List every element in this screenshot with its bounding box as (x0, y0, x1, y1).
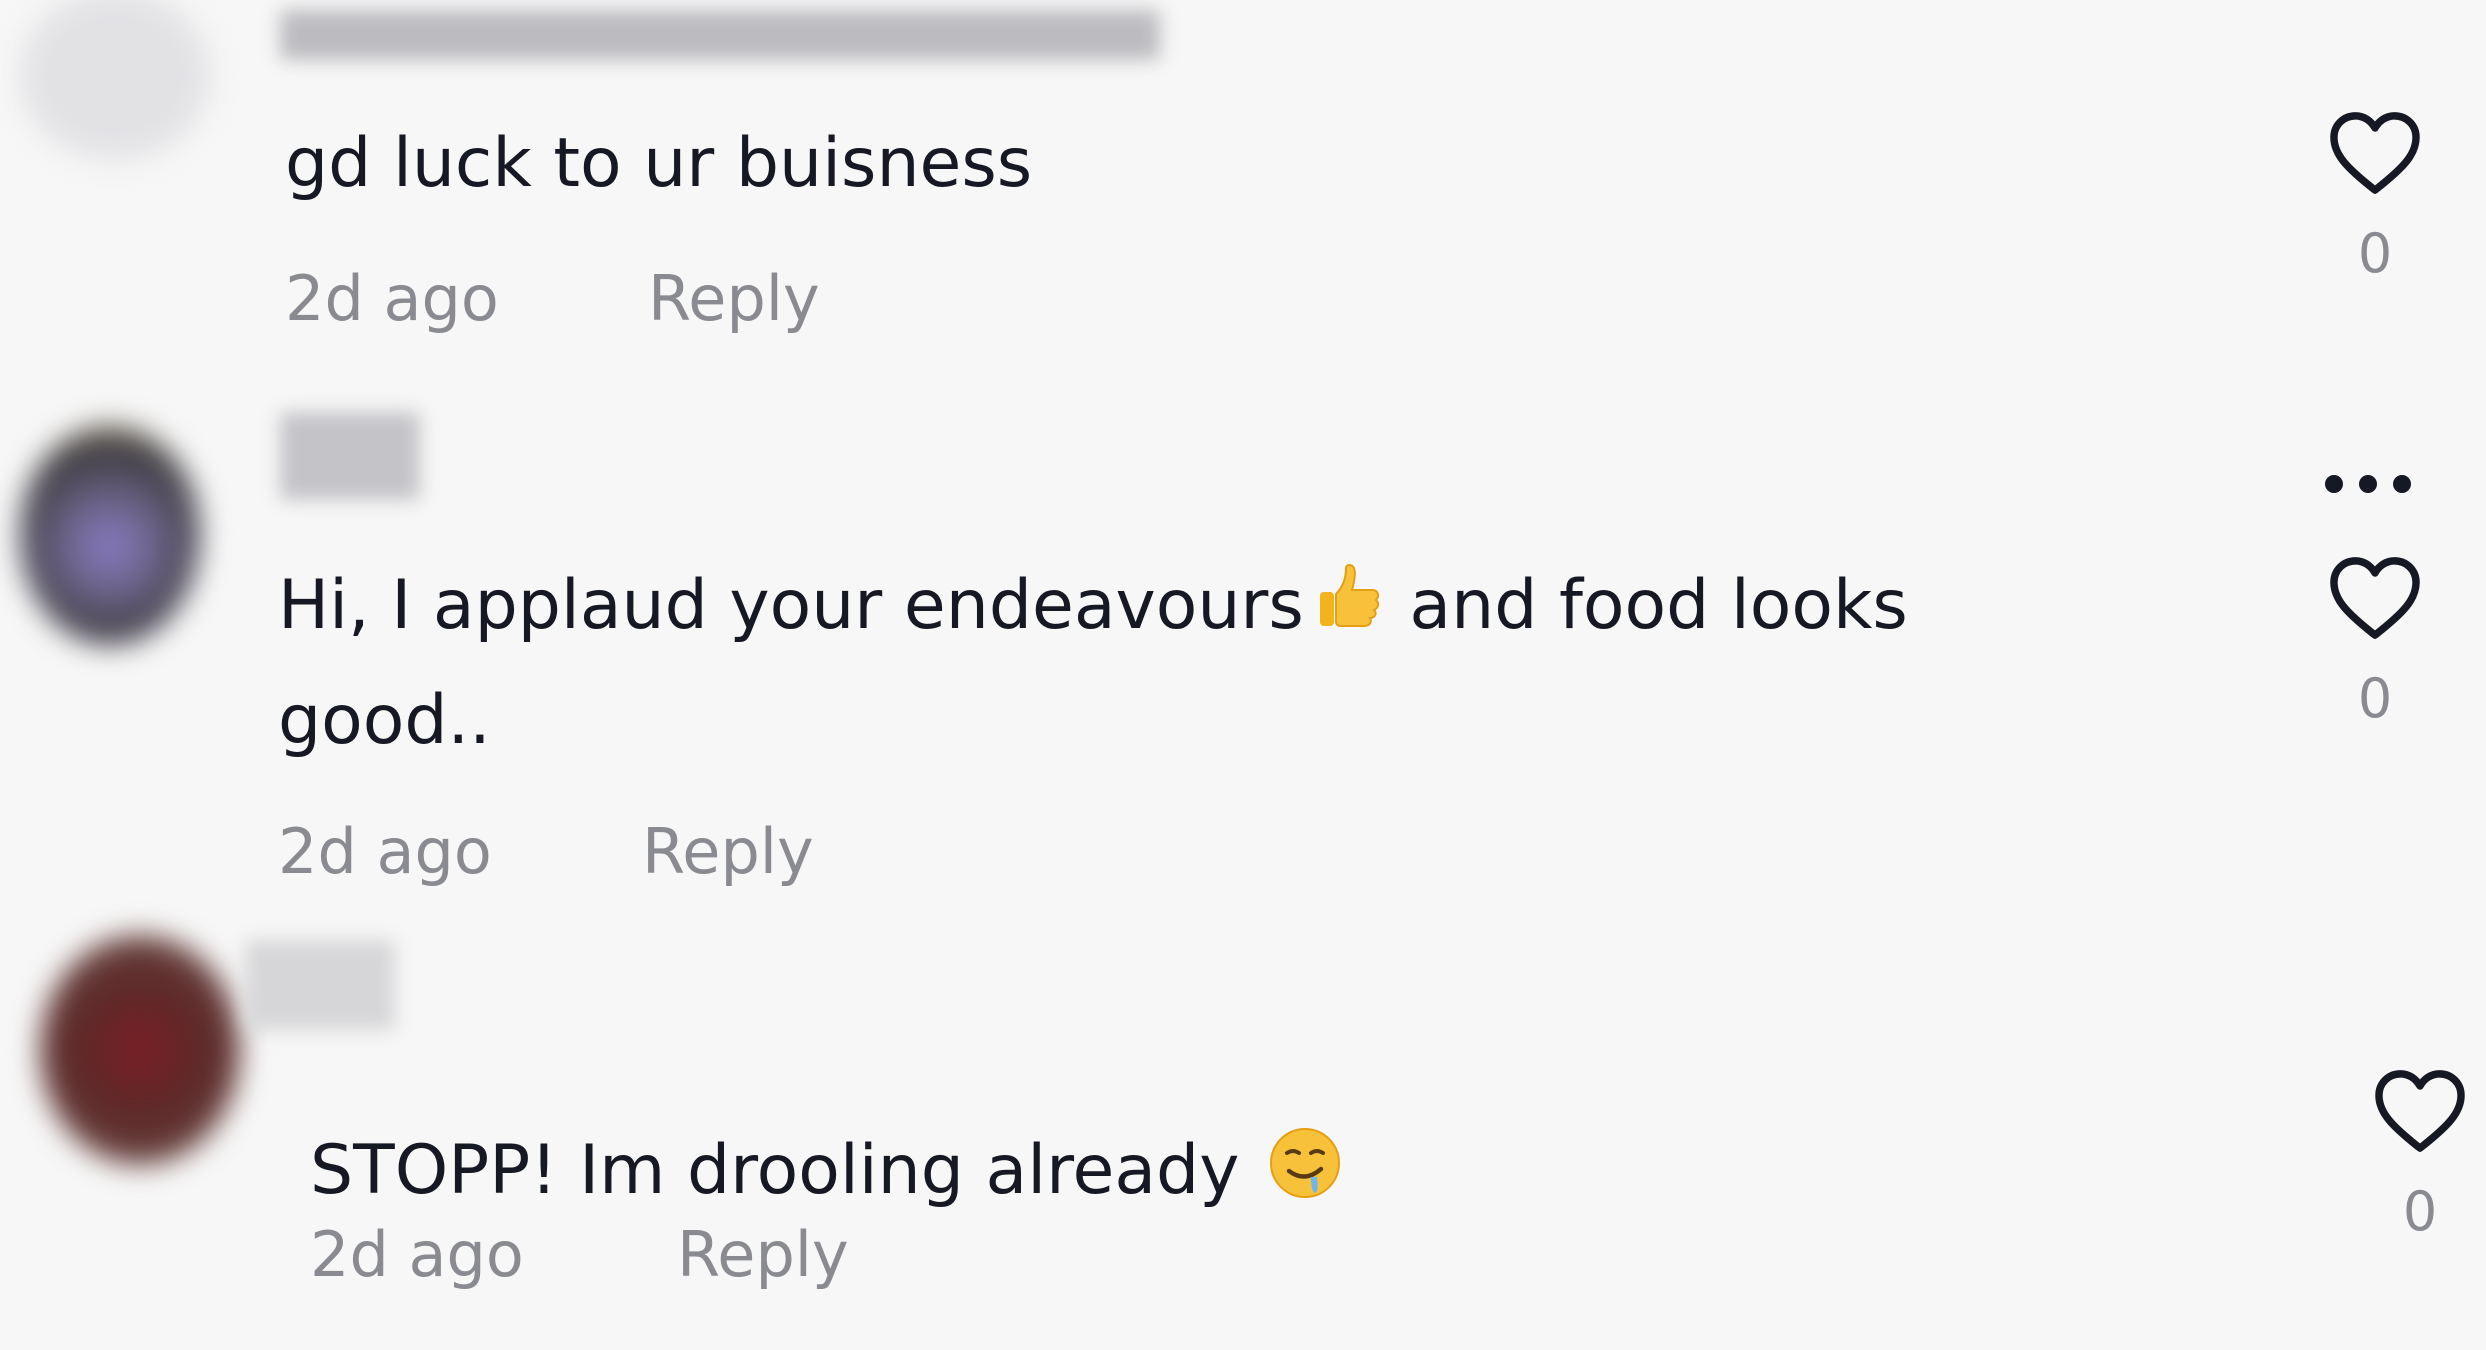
username-redacted[interactable] (280, 10, 1160, 60)
comment-item: gd luck to ur buisness 2d ago Reply 0 (0, 0, 2486, 370)
comment-text: Hi, I applaud your endeavours and food l… (278, 550, 1908, 672)
thumbs-up-emoji (1308, 558, 1388, 672)
avatar[interactable] (20, 0, 210, 160)
heart-outline-icon[interactable] (2372, 1068, 2468, 1154)
comment-timestamp: 2d ago (285, 262, 499, 335)
avatar[interactable] (20, 425, 200, 645)
comment-text-part: STOPP! Im drooling already (310, 1131, 1262, 1210)
comment-text-line2: good.. (278, 681, 491, 760)
comment-timestamp: 2d ago (278, 815, 492, 888)
like-button[interactable]: 0 (2365, 1068, 2475, 1243)
reply-button[interactable]: Reply (642, 815, 814, 888)
more-options-icon[interactable] (2325, 475, 2411, 493)
comment-text-part: and food looks (1387, 566, 1908, 645)
comment-text: gd luck to ur buisness (285, 124, 1033, 203)
avatar[interactable] (40, 935, 240, 1165)
comment-timestamp: 2d ago (310, 1218, 524, 1291)
heart-outline-icon[interactable] (2327, 555, 2423, 641)
reply-button[interactable]: Reply (677, 1218, 849, 1291)
heart-outline-icon[interactable] (2327, 110, 2423, 196)
reply-button[interactable]: Reply (648, 262, 820, 335)
username-redacted[interactable] (245, 940, 395, 1030)
like-count: 0 (2357, 222, 2393, 285)
like-count: 0 (2357, 667, 2393, 730)
like-button[interactable]: 0 (2320, 110, 2430, 285)
comment-text-part: Hi, I applaud your endeavours (278, 566, 1304, 645)
comment-item: STOPP! Im drooling already 2d ago Reply … (0, 920, 2486, 1350)
username-redacted[interactable] (280, 412, 420, 500)
like-count: 0 (2402, 1180, 2438, 1243)
comment-item: Hi, I applaud your endeavours and food l… (0, 400, 2486, 920)
drooling-face-emoji (1265, 1123, 1345, 1237)
like-button[interactable]: 0 (2320, 555, 2430, 730)
